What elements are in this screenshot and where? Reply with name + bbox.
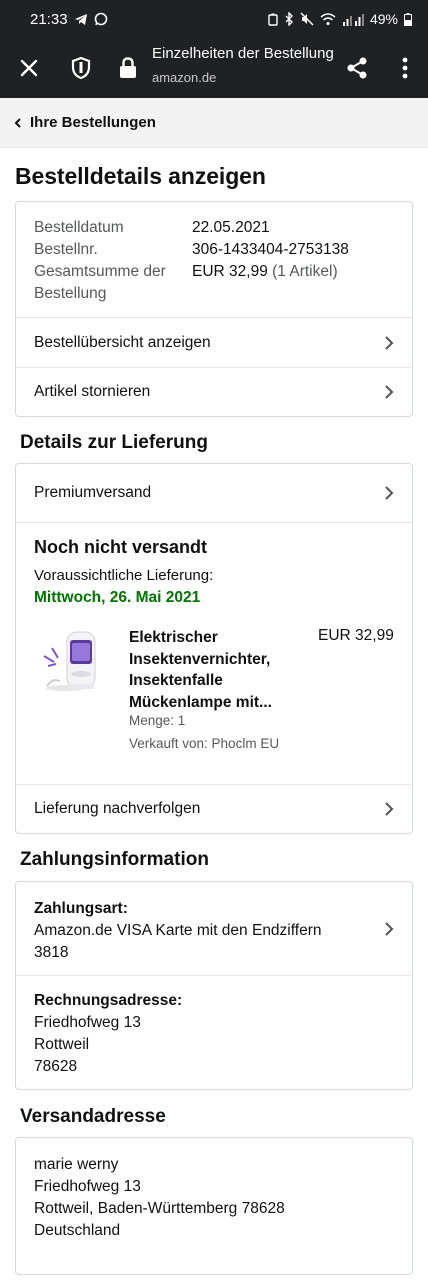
order-total-label: Gesamtsumme der Bestellung: [34, 261, 192, 305]
shipping-address-line1: marie werny: [34, 1156, 119, 1173]
shipping-address-heading: Versandadresse: [20, 1106, 166, 1127]
chevron-right-icon: [385, 385, 394, 399]
order-total-row: Gesamtsumme der Bestellung EUR 32,99 (1 …: [34, 261, 394, 305]
order-date-label: Bestelldatum: [34, 219, 124, 236]
signal-icon: [342, 13, 364, 26]
whatsapp-icon: [94, 12, 107, 26]
share-icon[interactable]: [345, 56, 369, 80]
back-to-orders-link[interactable]: Ihre Bestellungen: [0, 98, 428, 148]
payment-method-line1: Amazon.de VISA Karte mit den Endziffern: [34, 922, 322, 939]
order-total-value: EUR 32,99 (1 Artikel): [192, 261, 338, 305]
wifi-icon: [320, 12, 336, 25]
eta-date: Mittwoch, 26. Mai 2021: [34, 589, 201, 606]
shield-icon[interactable]: [70, 56, 92, 80]
product-price: EUR 32,99: [318, 627, 394, 644]
chevron-right-icon: [385, 922, 394, 936]
browser-url: amazon.de: [152, 70, 217, 85]
order-total-amount: EUR 32,99: [192, 263, 268, 280]
payment-card: Zahlungsart: Amazon.de VISA Karte mit de…: [15, 881, 413, 1090]
product-quantity: Menge: 1: [129, 713, 186, 728]
clock: 21:33: [30, 10, 68, 28]
track-delivery-link[interactable]: Lieferung nachverfolgen: [16, 784, 412, 833]
status-bar: 21:33 49%: [0, 0, 428, 38]
browser-title: Einzelheiten der Bestellung: [152, 45, 334, 62]
battery-percent: 49%: [369, 11, 398, 27]
chevron-right-icon: [385, 335, 394, 350]
battery-icon: [404, 12, 412, 26]
delivery-heading: Details zur Lieferung: [20, 432, 208, 453]
shipping-address-block: marie werny Friedhofweg 13 Rottweil, Bad…: [16, 1138, 412, 1242]
billing-address-line1: Friedhofweg 13: [34, 1014, 141, 1031]
order-total-label-line2: Bestellung: [34, 285, 107, 302]
product-title-line1: Elektrischer: [129, 629, 218, 646]
telegram-icon: [74, 13, 87, 25]
shipping-type-link[interactable]: Premiumversand: [16, 464, 412, 522]
payment-method-row[interactable]: Zahlungsart: Amazon.de VISA Karte mit de…: [16, 882, 412, 975]
product-title-line2: Insektenvernichter,: [129, 650, 271, 668]
order-total-items: (1 Artikel): [272, 263, 338, 280]
order-overview-label: Bestellübersicht anzeigen: [34, 333, 211, 351]
product-title[interactable]: Elektrischer Insektenvernichter, Insekte…: [129, 627, 272, 713]
billing-address-line3: 78628: [34, 1058, 78, 1075]
order-summary-card: Bestelldatum 22.05.2021 Bestellnr. 306-1…: [15, 201, 413, 417]
cancel-items-label: Artikel stornieren: [34, 383, 151, 400]
bluetooth-icon: [285, 12, 293, 26]
eta-label: Voraussichtliche Lieferung:: [34, 567, 214, 584]
order-date-value: 22.05.2021: [192, 219, 270, 236]
shipping-address-card: marie werny Friedhofweg 13 Rottweil, Bad…: [15, 1137, 413, 1275]
billing-address-line2: Rottweil: [34, 1036, 90, 1053]
mute-icon: [300, 12, 314, 26]
order-date-row: Bestelldatum 22.05.2021: [34, 217, 394, 239]
order-number-label: Bestellnr.: [34, 241, 98, 258]
chevron-left-icon: [14, 117, 21, 128]
order-number-row: Bestellnr. 306-1433404-2753138: [34, 239, 394, 261]
shipping-address-line4: Deutschland: [34, 1222, 121, 1239]
shipping-address-line3: Rottweil, Baden-Württemberg 78628: [34, 1200, 285, 1217]
browser-toolbar: Einzelheiten der Bestellung amazon.de: [0, 38, 428, 98]
page-title: Bestelldetails anzeigen: [15, 163, 266, 189]
delivery-card: Premiumversand Noch nicht versandt Vorau…: [15, 463, 413, 834]
billing-address-label: Rechnungsadresse:: [34, 992, 183, 1009]
chevron-right-icon: [385, 486, 394, 500]
product-title-line3: Insektenfalle: [129, 672, 223, 689]
more-menu-icon[interactable]: [402, 57, 408, 79]
order-number-value: 306-1433404-2753138: [192, 241, 349, 258]
payment-heading: Zahlungsinformation: [20, 849, 209, 870]
close-icon[interactable]: [20, 59, 38, 77]
battery-saver-icon: [268, 13, 278, 26]
order-overview-link[interactable]: Bestellübersicht anzeigen: [16, 317, 412, 367]
track-delivery-label: Lieferung nachverfolgen: [34, 800, 201, 817]
shipment-section: Noch nicht versandt Voraussichtliche Lie…: [16, 522, 412, 784]
shipment-status: Noch nicht versandt: [34, 537, 208, 557]
lock-icon[interactable]: [119, 57, 137, 79]
payment-method-label: Zahlungsart:: [34, 900, 128, 917]
insect-lamp-image: [43, 631, 96, 691]
product-seller: Verkauft von: Phoclm EU: [129, 736, 280, 751]
payment-method-line2: 3818: [34, 944, 69, 961]
back-nav-label: Ihre Bestellungen: [30, 114, 156, 131]
order-total-label-line1: Gesamtsumme der: [34, 263, 166, 280]
browser-title-block[interactable]: Einzelheiten der Bestellung amazon.de: [152, 44, 334, 88]
chevron-right-icon: [385, 802, 394, 816]
product-image[interactable]: [42, 626, 110, 696]
cancel-items-link[interactable]: Artikel stornieren: [16, 367, 412, 416]
product-title-line4: Mückenlampe mit...: [129, 693, 272, 711]
shipping-type-label: Premiumversand: [34, 484, 152, 501]
shipping-address-line2: Friedhofweg 13: [34, 1178, 141, 1195]
billing-address-section: Rechnungsadresse: Friedhofweg 13 Rottwei…: [16, 975, 412, 1078]
